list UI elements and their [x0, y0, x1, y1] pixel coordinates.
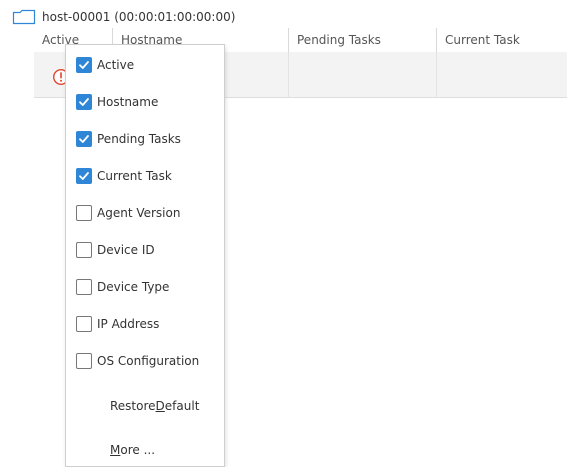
restore-default-mnemonic: D — [155, 399, 165, 413]
restore-default-prefix: Restore — [110, 399, 156, 413]
checkmark-icon — [79, 98, 89, 106]
column-header-pending-tasks[interactable]: Pending Tasks — [288, 28, 436, 52]
checkbox-unchecked-device-id[interactable] — [76, 242, 92, 258]
menu-item-agent-version[interactable]: Agent Version — [66, 198, 224, 228]
more-mnemonic: M — [110, 443, 121, 457]
menu-item-label: OS Configuration — [97, 354, 200, 368]
menu-item-active[interactable]: Active — [66, 50, 224, 80]
column-chooser-menu: Active Hostname Pending Tasks Current Ta… — [65, 44, 225, 467]
menu-item-os-configuration[interactable]: OS Configuration — [66, 346, 224, 376]
more-suffix: ore ... — [120, 443, 156, 457]
menu-item-label: Hostname — [97, 95, 159, 109]
row-divider — [288, 52, 289, 98]
more-menu-item[interactable]: More ... — [66, 435, 224, 465]
row-divider — [436, 52, 437, 98]
checkbox-unchecked-ip-address[interactable] — [76, 316, 92, 332]
menu-item-label: Pending Tasks — [97, 132, 181, 146]
checkmark-icon — [79, 135, 89, 143]
menu-item-label: Device Type — [97, 280, 170, 294]
host-header: host-00001 (00:00:01:00:00:00) — [12, 8, 235, 26]
checkbox-unchecked-agent-version[interactable] — [76, 205, 92, 221]
menu-item-label: Current Task — [97, 169, 172, 183]
menu-item-ip-address[interactable]: IP Address — [66, 309, 224, 339]
menu-item-device-type[interactable]: Device Type — [66, 272, 224, 302]
menu-item-label: IP Address — [97, 317, 160, 331]
host-column-settings-view: host-00001 (00:00:01:00:00:00) Active Ho… — [0, 0, 567, 467]
host-label: host-00001 (00:00:01:00:00:00) — [42, 10, 236, 24]
menu-item-hostname[interactable]: Hostname — [66, 87, 224, 117]
menu-item-current-task[interactable]: Current Task — [66, 161, 224, 191]
folder-icon — [12, 9, 36, 25]
checkbox-checked-hostname[interactable] — [76, 94, 92, 110]
column-header-current-task[interactable]: Current Task — [436, 28, 567, 52]
checkbox-checked-pending-tasks[interactable] — [76, 131, 92, 147]
menu-item-label: Device ID — [97, 243, 155, 257]
menu-item-label: Agent Version — [97, 206, 181, 220]
checkbox-checked-active[interactable] — [76, 57, 92, 73]
column-header-label: Pending Tasks — [297, 33, 381, 47]
checkbox-checked-current-task[interactable] — [76, 168, 92, 184]
menu-item-device-id[interactable]: Device ID — [66, 235, 224, 265]
checkmark-icon — [79, 61, 89, 69]
checkbox-unchecked-device-type[interactable] — [76, 279, 92, 295]
menu-item-pending-tasks[interactable]: Pending Tasks — [66, 124, 224, 154]
restore-default-suffix: efault — [164, 399, 200, 413]
restore-default-menu-item[interactable]: Restore Default — [66, 391, 224, 421]
menu-item-label: Active — [97, 58, 135, 72]
column-header-label: Current Task — [445, 33, 520, 47]
checkbox-unchecked-os-configuration[interactable] — [76, 353, 92, 369]
checkmark-icon — [79, 172, 89, 180]
